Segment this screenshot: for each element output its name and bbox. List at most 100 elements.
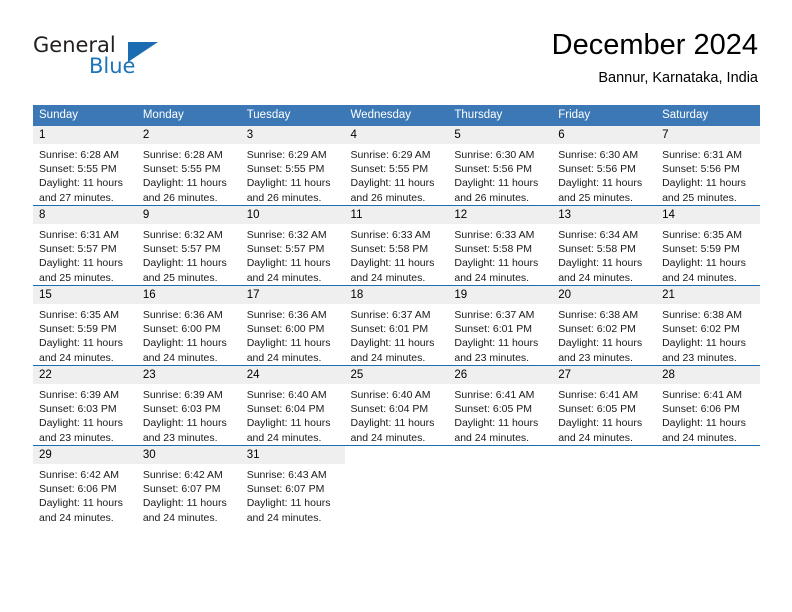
daylight-duration-line2: and 24 minutes.: [350, 271, 426, 284]
daylight-duration-line2: and 25 minutes.: [558, 191, 633, 204]
calendar-day-cell[interactable]: 20 Sunrise: 6:38 AM Sunset: 6:02 PM Dayligh…: [552, 285, 657, 366]
calendar-body: 1 Sunrise: 6:28 AM Sunset: 5:55 PM Daylight…: [33, 126, 760, 525]
sunset-time: Sunset: 5:55 PM: [350, 163, 429, 176]
calendar-day-cell[interactable]: 25 Sunrise: 6:40 AM Sunset: 6:04 PM Dayligh…: [344, 365, 449, 446]
calendar-day-cell[interactable]: 9 Sunrise: 6:32 AM Sunset: 5:57 PM Daylight…: [136, 205, 241, 286]
day-number: 29: [33, 446, 137, 464]
day-cell-inner: 18 Sunrise: 6:37 AM Sunset: 6:01 PM Dayligh…: [344, 286, 449, 365]
daylight-duration-line2: and 24 minutes.: [350, 351, 426, 364]
day-number: 16: [136, 286, 241, 304]
calendar-day-cell[interactable]: 8 Sunrise: 6:31 AM Sunset: 5:57 PM Daylight…: [33, 205, 137, 286]
day-cell-inner: [656, 446, 760, 525]
calendar-day-cell[interactable]: 21 Sunrise: 6:38 AM Sunset: 6:02 PM Dayligh…: [656, 285, 760, 366]
day-cell-inner: 19 Sunrise: 6:37 AM Sunset: 6:01 PM Dayligh…: [448, 286, 553, 365]
day-details: Sunrise: 6:33 AM Sunset: 5:58 PM Daylight:…: [345, 224, 449, 285]
daylight-duration-line1: Daylight: 11 hours: [246, 337, 331, 350]
calendar-day-cell[interactable]: 24 Sunrise: 6:40 AM Sunset: 6:04 PM Dayligh…: [240, 365, 345, 446]
sunset-time: Sunset: 5:55 PM: [246, 163, 325, 176]
day-details: Sunrise: 6:36 AM Sunset: 6:00 PM Daylight:…: [241, 304, 345, 365]
calendar-day-cell[interactable]: 29 Sunrise: 6:42 AM Sunset: 6:06 PM Dayligh…: [33, 445, 137, 525]
day-details: Sunrise: 6:41 AM Sunset: 6:05 PM Daylight:…: [552, 384, 656, 445]
calendar-day-cell[interactable]: 22 Sunrise: 6:39 AM Sunset: 6:03 PM Dayligh…: [33, 365, 137, 446]
calendar-week-row: 29 Sunrise: 6:42 AM Sunset: 6:06 PM Dayligh…: [33, 445, 760, 525]
daylight-duration-line2: and 23 minutes.: [142, 431, 218, 444]
calendar-day-cell[interactable]: 4 Sunrise: 6:29 AM Sunset: 5:55 PM Daylight…: [344, 126, 449, 206]
sunset-time: Sunset: 6:00 PM: [142, 323, 221, 336]
sunset-time: Sunset: 5:56 PM: [454, 163, 533, 176]
weekday-header-friday: Friday: [552, 105, 657, 126]
daylight-duration-line1: Daylight: 11 hours: [558, 337, 643, 350]
calendar-day-cell[interactable]: 3 Sunrise: 6:29 AM Sunset: 5:55 PM Daylight…: [240, 126, 345, 206]
daylight-duration-line2: and 25 minutes.: [662, 191, 737, 204]
day-details: Sunrise: 6:30 AM Sunset: 5:56 PM Daylight:…: [552, 144, 656, 205]
daylight-duration-line2: and 24 minutes.: [142, 351, 218, 364]
calendar-day-cell[interactable]: 31 Sunrise: 6:43 AM Sunset: 6:07 PM Dayligh…: [240, 445, 345, 525]
day-details: Sunrise: 6:31 AM Sunset: 5:56 PM Daylight:…: [656, 144, 760, 205]
sunset-time: Sunset: 5:59 PM: [39, 323, 117, 336]
calendar-day-cell[interactable]: 14 Sunrise: 6:35 AM Sunset: 5:59 PM Dayligh…: [656, 205, 760, 286]
daylight-duration-line1: Daylight: 11 hours: [246, 257, 331, 270]
daylight-duration-line1: Daylight: 11 hours: [39, 337, 123, 350]
calendar-day-cell[interactable]: 6 Sunrise: 6:30 AM Sunset: 5:56 PM Daylight…: [552, 126, 657, 206]
calendar-day-cell[interactable]: 16 Sunrise: 6:36 AM Sunset: 6:00 PM Dayligh…: [136, 285, 241, 366]
calendar-day-cell[interactable]: 19 Sunrise: 6:37 AM Sunset: 6:01 PM Dayligh…: [448, 285, 553, 366]
day-details: Sunrise: 6:28 AM Sunset: 5:55 PM Daylight:…: [137, 144, 241, 205]
sunrise-time: Sunrise: 6:36 AM: [246, 309, 327, 321]
sunrise-time: Sunrise: 6:41 AM: [558, 389, 639, 401]
calendar-day-cell[interactable]: 7 Sunrise: 6:31 AM Sunset: 5:56 PM Daylight…: [656, 126, 760, 206]
location-subtitle: Bannur, Karnataka, India: [598, 70, 758, 86]
calendar-day-cell[interactable]: 13 Sunrise: 6:34 AM Sunset: 5:58 PM Dayligh…: [552, 205, 657, 286]
calendar-day-cell[interactable]: 2 Sunrise: 6:28 AM Sunset: 5:55 PM Daylight…: [136, 126, 241, 206]
calendar-day-cell[interactable]: 5 Sunrise: 6:30 AM Sunset: 5:56 PM Daylight…: [448, 126, 553, 206]
daylight-duration-line2: and 25 minutes.: [39, 271, 114, 284]
sunrise-time: Sunrise: 6:42 AM: [39, 469, 119, 481]
day-number: 2: [136, 126, 241, 144]
daylight-duration-line1: Daylight: 11 hours: [142, 417, 227, 430]
daylight-duration-line2: and 25 minutes.: [142, 271, 218, 284]
day-cell-inner: 30 Sunrise: 6:42 AM Sunset: 6:07 PM Dayligh…: [136, 446, 241, 525]
day-number: 25: [344, 366, 449, 384]
calendar-day-cell[interactable]: 1 Sunrise: 6:28 AM Sunset: 5:55 PM Daylight…: [33, 126, 137, 206]
day-number: 20: [552, 286, 657, 304]
day-number: 18: [344, 286, 449, 304]
sunset-time: Sunset: 6:03 PM: [39, 403, 117, 416]
sunrise-time: Sunrise: 6:33 AM: [454, 229, 535, 241]
sunrise-time: Sunrise: 6:28 AM: [142, 149, 223, 161]
daylight-duration-line2: and 23 minutes.: [454, 351, 530, 364]
sunrise-time: Sunrise: 6:36 AM: [142, 309, 223, 321]
day-number: 22: [33, 366, 137, 384]
daylight-duration-line2: and 24 minutes.: [662, 271, 737, 284]
sunrise-time: Sunrise: 6:41 AM: [454, 389, 535, 401]
day-details: [448, 464, 552, 468]
calendar-cell-empty: [656, 445, 760, 525]
day-number: 27: [552, 366, 657, 384]
calendar-day-cell[interactable]: 15 Sunrise: 6:35 AM Sunset: 5:59 PM Dayligh…: [33, 285, 137, 366]
sunset-time: Sunset: 6:04 PM: [350, 403, 429, 416]
generalblue-logo[interactable]: General Blue: [33, 33, 213, 81]
daylight-duration-line2: and 24 minutes.: [246, 431, 322, 444]
day-cell-inner: 4 Sunrise: 6:29 AM Sunset: 5:55 PM Daylight…: [344, 126, 449, 205]
calendar-day-cell[interactable]: 18 Sunrise: 6:37 AM Sunset: 6:01 PM Dayligh…: [344, 285, 449, 366]
day-number: [345, 446, 449, 464]
day-details: Sunrise: 6:32 AM Sunset: 5:57 PM Daylight:…: [137, 224, 241, 285]
calendar-day-cell[interactable]: 26 Sunrise: 6:41 AM Sunset: 6:05 PM Dayligh…: [448, 365, 553, 446]
calendar-day-cell[interactable]: 17 Sunrise: 6:36 AM Sunset: 6:00 PM Dayligh…: [240, 285, 345, 366]
sunset-time: Sunset: 5:56 PM: [662, 163, 740, 176]
calendar-day-cell[interactable]: 28 Sunrise: 6:41 AM Sunset: 6:06 PM Dayligh…: [656, 365, 760, 446]
calendar-day-cell[interactable]: 27 Sunrise: 6:41 AM Sunset: 6:05 PM Dayligh…: [552, 365, 657, 446]
sunrise-time: Sunrise: 6:29 AM: [350, 149, 431, 161]
calendar-day-cell[interactable]: 10 Sunrise: 6:32 AM Sunset: 5:57 PM Dayligh…: [240, 205, 345, 286]
daylight-duration-line1: Daylight: 11 hours: [350, 177, 435, 190]
calendar-day-cell[interactable]: 23 Sunrise: 6:39 AM Sunset: 6:03 PM Dayligh…: [136, 365, 241, 446]
calendar-day-cell[interactable]: 12 Sunrise: 6:33 AM Sunset: 5:58 PM Dayligh…: [448, 205, 553, 286]
calendar-day-cell[interactable]: 30 Sunrise: 6:42 AM Sunset: 6:07 PM Dayligh…: [136, 445, 241, 525]
day-number: 28: [656, 366, 760, 384]
calendar-week-row: 22 Sunrise: 6:39 AM Sunset: 6:03 PM Dayligh…: [33, 365, 760, 446]
sunrise-time: Sunrise: 6:32 AM: [246, 229, 327, 241]
weekday-header-wednesday: Wednesday: [344, 105, 449, 126]
day-number: 21: [656, 286, 760, 304]
day-cell-inner: 20 Sunrise: 6:38 AM Sunset: 6:02 PM Dayligh…: [552, 286, 657, 365]
day-number: 19: [448, 286, 553, 304]
calendar-day-cell[interactable]: 11 Sunrise: 6:33 AM Sunset: 5:58 PM Dayligh…: [344, 205, 449, 286]
day-number: 6: [552, 126, 657, 144]
